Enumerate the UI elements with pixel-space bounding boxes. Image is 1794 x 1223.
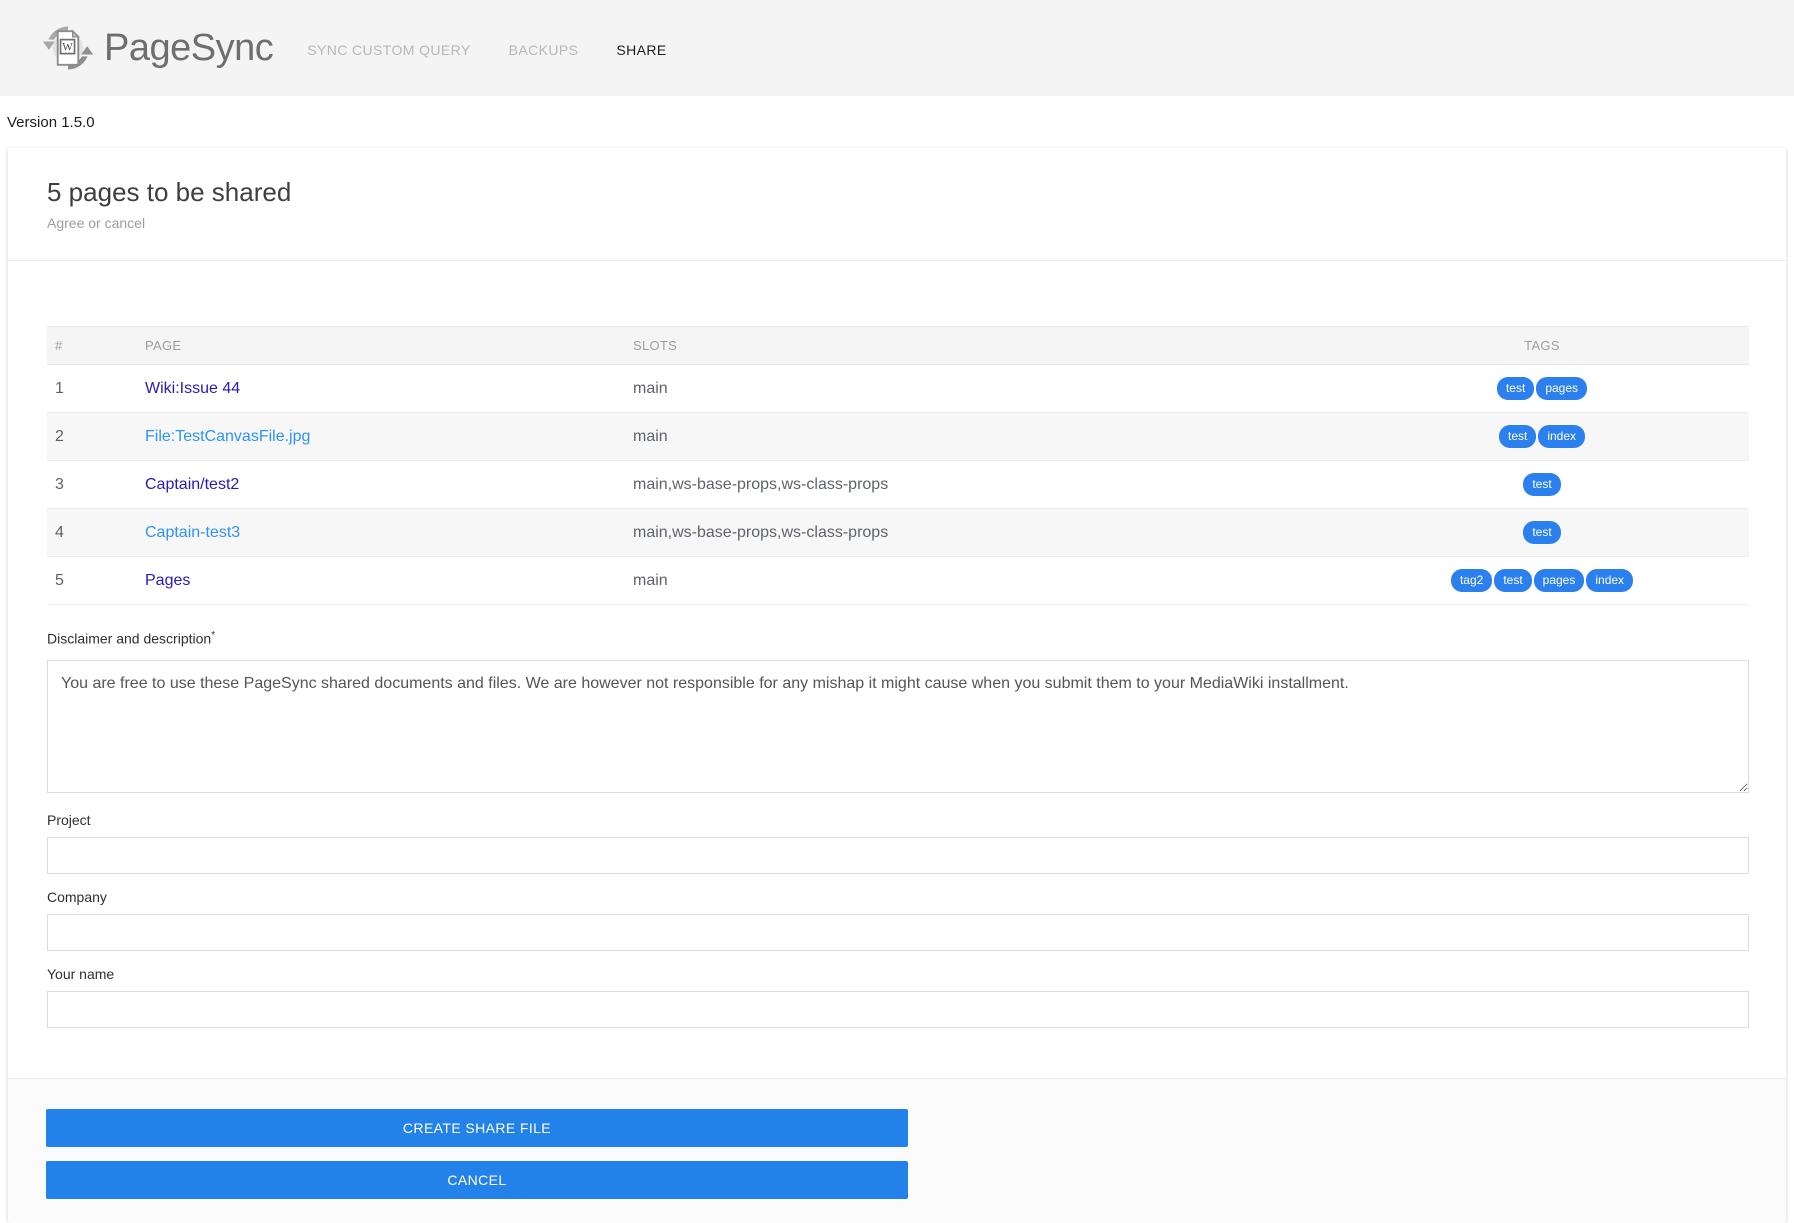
- row-tags: test: [1335, 508, 1749, 557]
- row-slots: main: [625, 412, 1335, 461]
- your-name-field: Your name: [47, 965, 1749, 1028]
- disclaimer-label: Disclaimer and description*: [47, 627, 1749, 648]
- cancel-button[interactable]: CANCEL: [46, 1160, 908, 1199]
- column-header-tags: TAGS: [1335, 326, 1749, 365]
- tag-pill-test: test: [1496, 377, 1535, 400]
- row-tags: tag2 test pages index: [1335, 556, 1749, 605]
- page-title: 5 pages to be shared: [47, 177, 292, 207]
- table-row: 4 Captain-test3 main,ws-base-props,ws-cl…: [47, 508, 1749, 557]
- page-link[interactable]: Captain/test2: [145, 476, 239, 493]
- required-asterisk: *: [211, 630, 216, 641]
- tag-pill-test: test: [1498, 425, 1537, 448]
- row-tags: test: [1335, 460, 1749, 509]
- tag-pill-test: test: [1494, 569, 1532, 592]
- column-header-num: #: [47, 326, 137, 365]
- table-row: 3 Captain/test2 main,ws-base-props,ws-cl…: [47, 460, 1749, 509]
- share-card: 5 pages to be shared Agree or cancel # P…: [8, 148, 1786, 1223]
- card-header: 5 pages to be shared Agree or cancel: [8, 148, 1786, 260]
- nav-item-backups[interactable]: BACKUPS: [509, 42, 579, 58]
- your-name-label: Your name: [47, 965, 115, 982]
- card-footer: CREATE SHARE FILE CANCEL: [8, 1078, 1786, 1223]
- app-header: W PageSync SYNC CUSTOM QUERY BACKUPS SHARE: [0, 0, 1794, 96]
- app-logo[interactable]: W PageSync: [40, 20, 274, 76]
- project-input[interactable]: [47, 836, 1749, 874]
- version-text: Version 1.5.0: [7, 114, 95, 131]
- page-subtitle: Agree or cancel: [47, 215, 146, 231]
- table-row: 5 Pages main tag2 test pages index: [47, 556, 1749, 605]
- page-link[interactable]: Wiki:Issue 44: [145, 380, 240, 397]
- disclaimer-textarea[interactable]: You are free to use these PageSync share…: [47, 659, 1749, 793]
- disclaimer-label-text: Disclaimer and description: [47, 630, 212, 647]
- row-slots: main: [625, 556, 1335, 605]
- nav-item-sync-custom-query[interactable]: SYNC CUSTOM QUERY: [307, 42, 470, 58]
- page-link[interactable]: Captain-test3: [145, 524, 240, 541]
- main-nav: SYNC CUSTOM QUERY BACKUPS SHARE: [307, 42, 704, 58]
- column-header-page: PAGE: [137, 326, 625, 365]
- row-number: 2: [47, 412, 137, 461]
- tag-pill-test: test: [1523, 521, 1561, 544]
- pagesync-logo-icon: W: [42, 26, 94, 70]
- project-label: Project: [47, 811, 91, 828]
- tag-pill-index: index: [1586, 569, 1634, 592]
- page-link[interactable]: File:TestCanvasFile.jpg: [145, 428, 310, 445]
- project-field: Project: [47, 811, 1749, 874]
- tag-pill-tag2: tag2: [1450, 569, 1493, 592]
- page-link[interactable]: Pages: [145, 572, 190, 589]
- tag-pill-pages: pages: [1536, 377, 1588, 400]
- your-name-input[interactable]: [47, 990, 1749, 1028]
- row-tags: test pages: [1335, 364, 1749, 413]
- row-slots: main,ws-base-props,ws-class-props: [625, 508, 1335, 557]
- row-number: 5: [47, 556, 137, 605]
- app-logo-text: PageSync: [104, 27, 274, 69]
- company-label: Company: [47, 888, 107, 905]
- row-number: 3: [47, 460, 137, 509]
- tag-pill-pages: pages: [1533, 569, 1585, 592]
- row-number: 1: [47, 364, 137, 413]
- company-input[interactable]: [47, 913, 1749, 951]
- table-row: 2 File:TestCanvasFile.jpg main test index: [47, 412, 1749, 461]
- row-tags: test index: [1335, 412, 1749, 461]
- company-field: Company: [47, 888, 1749, 951]
- column-header-slots: SLOTS: [625, 326, 1335, 365]
- share-form: Disclaimer and description* You are free…: [47, 627, 1749, 1078]
- pages-table: # PAGE SLOTS TAGS 1 Wiki:Issue 44 main t…: [47, 326, 1749, 605]
- create-share-file-button[interactable]: CREATE SHARE FILE: [46, 1108, 908, 1147]
- tag-pill-index: index: [1538, 425, 1586, 448]
- svg-text:W: W: [62, 41, 73, 53]
- row-number: 4: [47, 508, 137, 557]
- table-row: 1 Wiki:Issue 44 main test pages: [47, 364, 1749, 413]
- row-slots: main,ws-base-props,ws-class-props: [625, 460, 1335, 509]
- table-header: # PAGE SLOTS TAGS: [47, 326, 1749, 365]
- tag-pill-test: test: [1523, 473, 1561, 496]
- header-divider: [8, 260, 1786, 261]
- card-content: # PAGE SLOTS TAGS 1 Wiki:Issue 44 main t…: [8, 326, 1786, 1078]
- nav-item-share[interactable]: SHARE: [616, 42, 666, 58]
- row-slots: main: [625, 364, 1335, 413]
